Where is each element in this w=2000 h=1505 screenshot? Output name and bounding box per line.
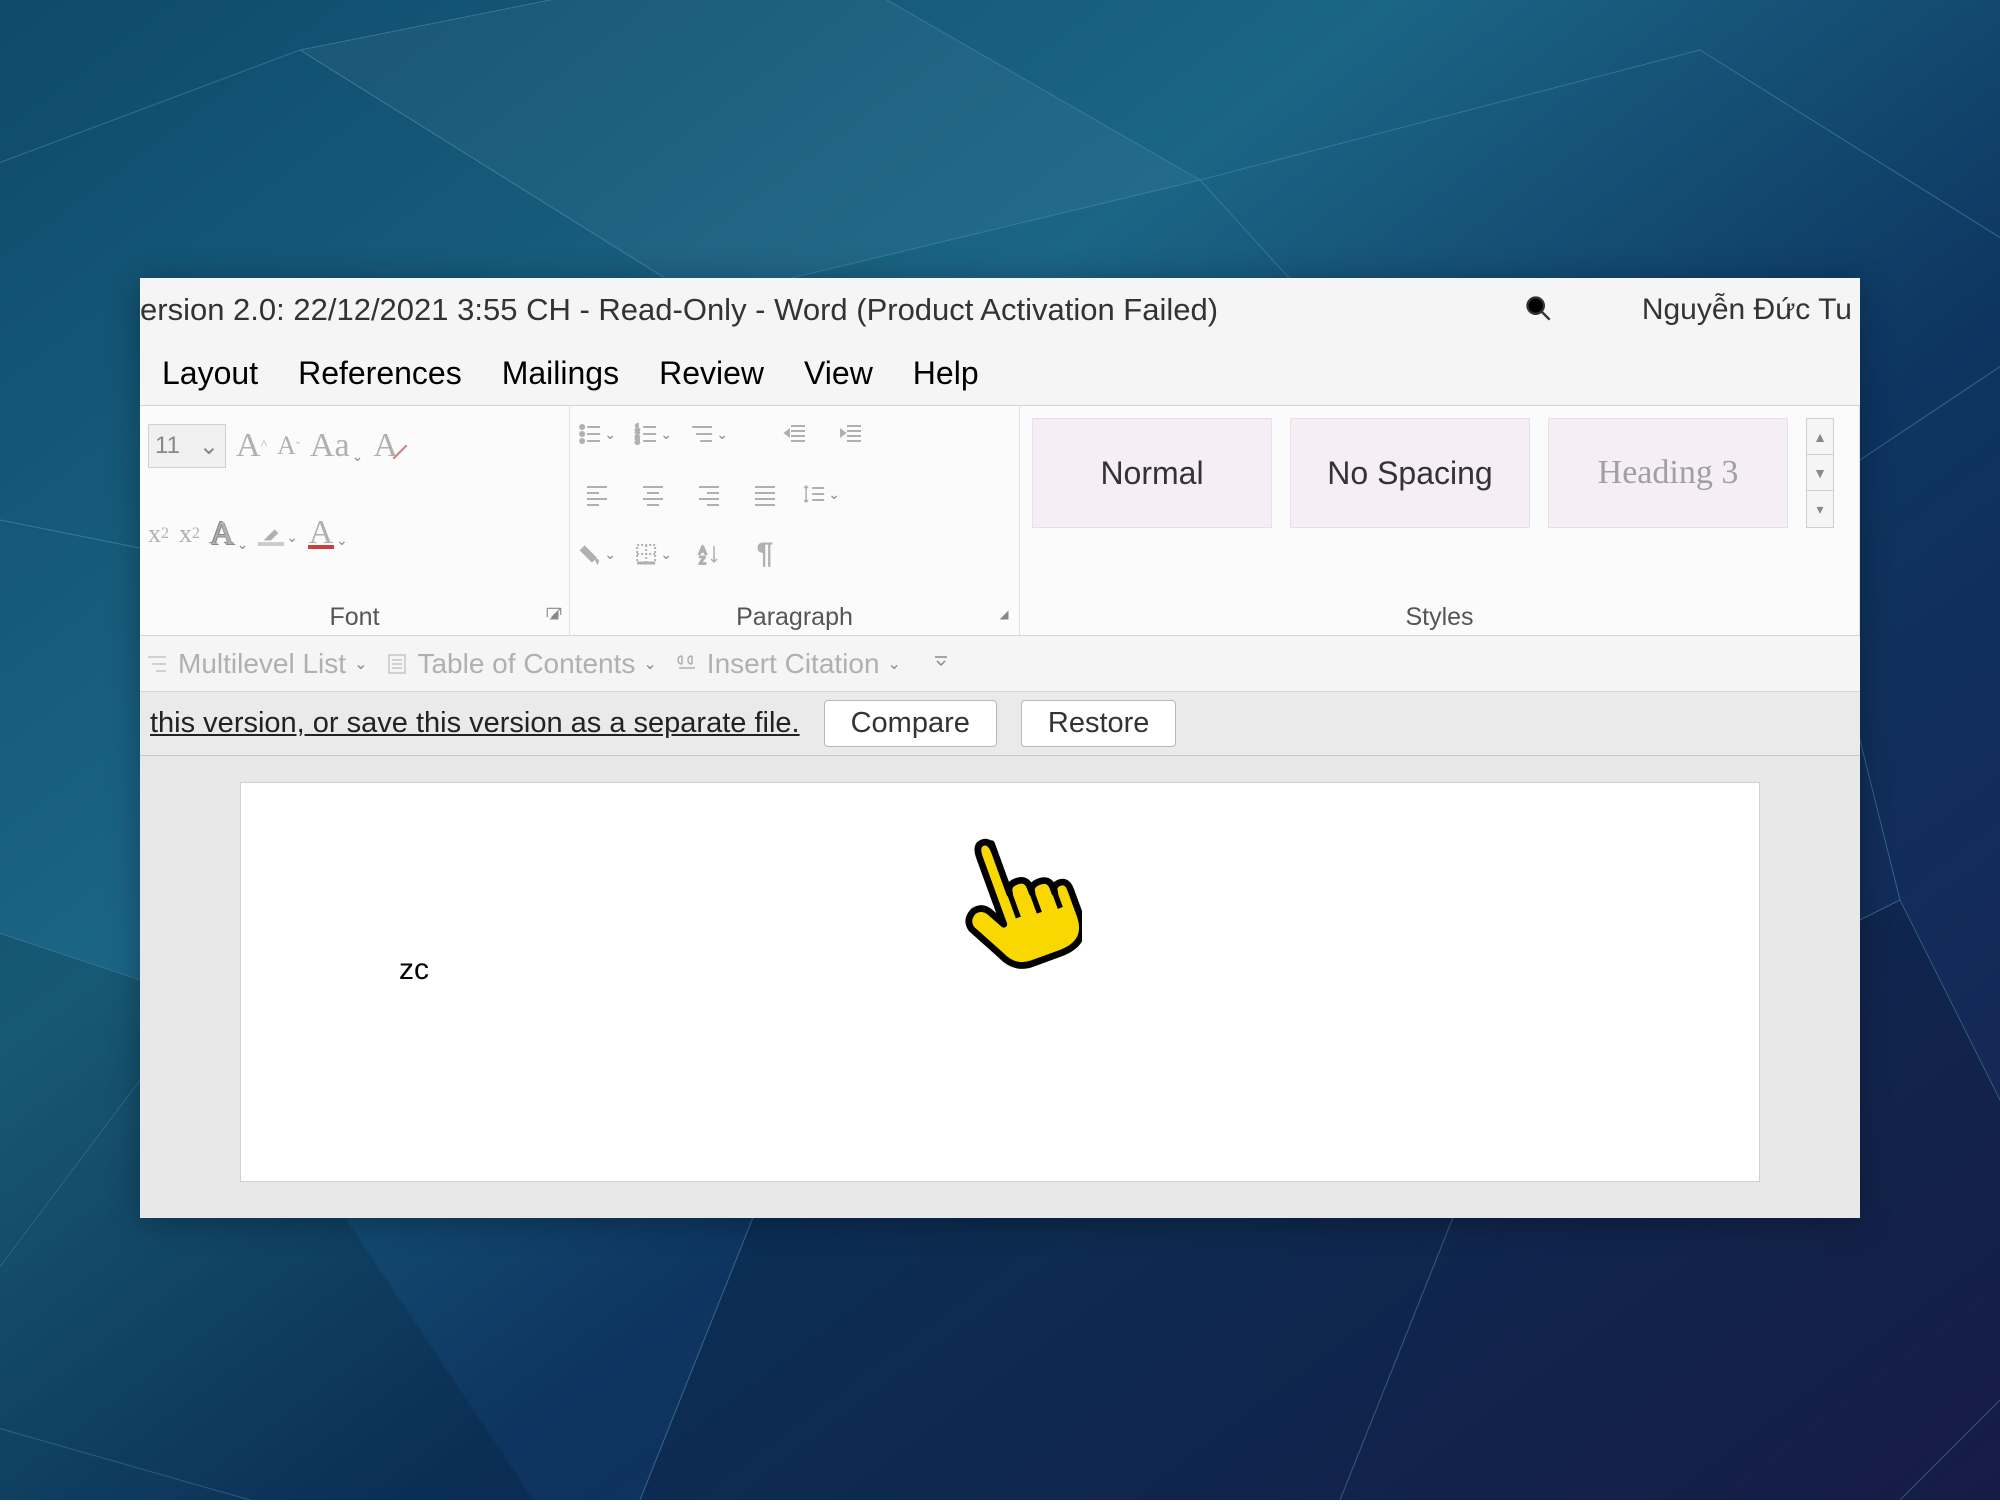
show-hide-button[interactable]: ¶ <box>746 538 784 570</box>
numbering-button[interactable]: 123 ⌄ <box>634 418 672 450</box>
ribbon: 11 ⌄ A^ Aˇ Aa⌄ A x2 x2 <box>140 406 1860 636</box>
search-icon[interactable] <box>1524 294 1552 327</box>
window-title: ersion 2.0: 22/12/2021 3:55 CH - Read-On… <box>140 292 1218 328</box>
highlight-color-swatch <box>258 542 284 546</box>
font-color-button[interactable]: A ⌄ <box>308 519 348 548</box>
align-left-button[interactable] <box>578 478 616 510</box>
tab-view[interactable]: View <box>804 355 873 392</box>
qa-multilevel-label: Multilevel List <box>178 648 346 680</box>
increase-indent-button[interactable] <box>832 418 870 450</box>
increase-font-icon[interactable]: A^ <box>236 427 267 465</box>
tab-review[interactable]: Review <box>659 355 764 392</box>
tab-mailings[interactable]: Mailings <box>502 355 619 392</box>
shading-button[interactable]: ⌄ <box>578 538 616 570</box>
style-normal[interactable]: Normal <box>1032 418 1272 528</box>
paragraph-group-label: Paragraph <box>578 603 1011 632</box>
styles-group-label: Styles <box>1028 603 1851 632</box>
bullets-button[interactable]: ⌄ <box>578 418 616 450</box>
styles-expand[interactable]: ▾ <box>1807 491 1833 527</box>
qa-toc-label: Table of Contents <box>417 648 635 680</box>
qa-multilevel-list[interactable]: Multilevel List ⌄ <box>146 648 367 680</box>
chevron-down-icon: ⌄ <box>888 654 901 674</box>
chevron-down-icon: ⌄ <box>199 432 219 461</box>
qa-insert-citation[interactable]: Insert Citation ⌄ <box>675 648 901 680</box>
paragraph-group: ⌄ 123 ⌄ ⌄ <box>570 406 1020 635</box>
font-size-input[interactable]: 11 ⌄ <box>148 424 226 468</box>
font-group: 11 ⌄ A^ Aˇ Aa⌄ A x2 x2 <box>140 406 570 635</box>
sort-button[interactable]: AZ <box>690 538 728 570</box>
svg-text:3: 3 <box>635 437 640 446</box>
styles-group: Normal No Spacing Heading 3 ▲ ▼ ▾ Styles <box>1020 406 1860 635</box>
borders-button[interactable]: ⌄ <box>634 538 672 570</box>
multilevel-list-button[interactable]: ⌄ <box>690 418 728 450</box>
line-spacing-button[interactable]: ⌄ <box>802 478 840 510</box>
restore-button[interactable]: Restore <box>1021 700 1177 747</box>
tab-references[interactable]: References <box>298 355 462 392</box>
align-right-button[interactable] <box>690 478 728 510</box>
pointing-hand-cursor-icon <box>942 820 1082 980</box>
font-size-value: 11 <box>155 432 180 460</box>
change-case-button[interactable]: Aa⌄ <box>310 427 363 465</box>
font-group-label: Font <box>148 603 561 632</box>
chevron-down-icon: ⌄ <box>354 654 367 674</box>
title-bar: ersion 2.0: 22/12/2021 3:55 CH - Read-On… <box>140 278 1860 342</box>
compare-button[interactable]: Compare <box>824 700 997 747</box>
paragraph-dialog-launcher[interactable] <box>995 606 1013 629</box>
styles-scroll-up[interactable]: ▲ <box>1807 419 1833 455</box>
styles-scroll-down[interactable]: ▼ <box>1807 455 1833 491</box>
quick-access-toolbar: Multilevel List ⌄ Table of Contents ⌄ In… <box>140 636 1860 692</box>
tab-help[interactable]: Help <box>913 355 979 392</box>
align-center-button[interactable] <box>634 478 672 510</box>
style-heading-3[interactable]: Heading 3 <box>1548 418 1788 528</box>
text-effects-button[interactable]: A⌄ <box>210 515 248 553</box>
version-info-text[interactable]: this version, or save this version as a … <box>150 707 800 740</box>
user-name[interactable]: Nguyễn Đức Tu <box>1642 293 1852 327</box>
qa-citation-label: Insert Citation <box>707 648 880 680</box>
justify-button[interactable] <box>746 478 784 510</box>
document-content: zc <box>399 953 429 986</box>
subscript-icon[interactable]: x2 <box>148 519 169 549</box>
clear-formatting-icon[interactable]: A <box>373 427 398 465</box>
superscript-icon[interactable]: x2 <box>179 519 200 549</box>
decrease-indent-button[interactable] <box>776 418 814 450</box>
ribbon-tabs: Layout References Mailings Review View H… <box>140 342 1860 406</box>
highlight-button[interactable]: ⌄ <box>258 522 298 546</box>
style-no-spacing[interactable]: No Spacing <box>1290 418 1530 528</box>
tab-layout[interactable]: Layout <box>162 355 258 392</box>
chevron-down-icon: ⌄ <box>643 654 656 674</box>
font-color-swatch <box>308 545 334 549</box>
font-dialog-launcher[interactable] <box>545 606 563 629</box>
styles-gallery-scroll: ▲ ▼ ▾ <box>1806 418 1834 528</box>
decrease-font-icon[interactable]: Aˇ <box>277 431 300 461</box>
word-app-window: ersion 2.0: 22/12/2021 3:55 CH - Read-On… <box>140 278 1860 1218</box>
version-info-bar: this version, or save this version as a … <box>140 692 1860 756</box>
qa-customize-icon[interactable] <box>933 653 949 674</box>
svg-text:Z: Z <box>699 555 706 566</box>
qa-table-of-contents[interactable]: Table of Contents ⌄ <box>385 648 656 680</box>
